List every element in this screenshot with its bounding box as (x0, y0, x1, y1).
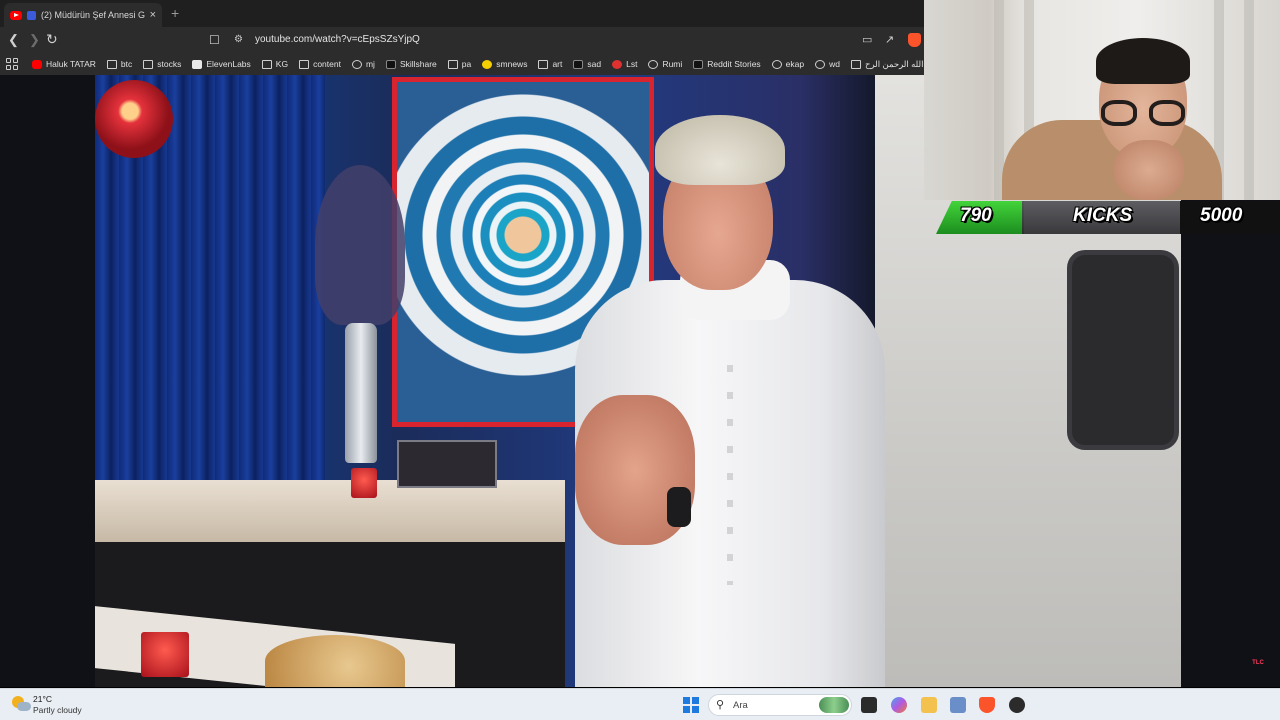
streamer-hand (1114, 140, 1184, 200)
brave-browser-icon[interactable] (979, 697, 995, 713)
bird-icon (771, 59, 782, 69)
bookmark-reddit-stories[interactable]: Reddit Stories (693, 59, 761, 69)
red-lamp (95, 80, 173, 158)
cast-icon[interactable]: ▭ (862, 32, 872, 48)
windows-taskbar: 21°C Partly cloudy ⚲ Ara (0, 688, 1280, 720)
taskbar-search[interactable]: ⚲ Ara (708, 694, 852, 716)
page-icon (850, 59, 861, 69)
new-tab-button[interactable]: + (171, 5, 179, 21)
screen: (2) Müdürün Şef Annesi Gord × + ❮ ❯ ↻ ☐ … (0, 0, 1280, 720)
apps-icon[interactable] (6, 58, 18, 70)
s-logo-icon (612, 59, 623, 69)
bookmark-wd[interactable]: wd (815, 59, 840, 69)
partly-cloudy-icon[interactable] (12, 696, 31, 712)
file-explorer-icon[interactable] (921, 697, 937, 713)
folder-icon (106, 59, 117, 69)
search-highlight-image (819, 697, 849, 713)
smiley-icon (482, 59, 493, 69)
marble-counter (95, 480, 565, 542)
bookmark-pa[interactable]: pa (447, 59, 471, 69)
obs-icon[interactable] (1009, 697, 1025, 713)
youtube-icon (32, 59, 42, 69)
brave-shield-icon[interactable] (908, 33, 921, 47)
bookmark-elevenlabs[interactable]: ElevenLabs (192, 59, 251, 69)
reload-icon[interactable]: ↻ (46, 31, 58, 47)
bookmark-arabic[interactable]: الله الرحمن الرح... (850, 59, 924, 70)
bookmark-skillshare[interactable]: Skillshare (385, 59, 437, 69)
tab-close-icon[interactable]: × (150, 9, 156, 21)
kitchen-door-window (1067, 250, 1179, 450)
site-settings-icon[interactable]: ⚙ (234, 34, 243, 45)
bookmark-smnews[interactable]: smnews (482, 59, 527, 69)
bookmark-ekap[interactable]: ekap (771, 59, 804, 69)
feather-icon (573, 59, 584, 69)
streamer-hair (1096, 38, 1190, 84)
folder-icon (261, 59, 272, 69)
folder-icon (538, 59, 549, 69)
food-plate (265, 635, 405, 687)
webcam-overlay (924, 0, 1280, 200)
navigation-bar: ❮ ❯ ↻ ☐ ⚙ youtube.com/watch?v=cEpsSZsYjp… (0, 27, 924, 53)
wristwatch (667, 487, 691, 527)
back-icon[interactable]: ❮ (8, 32, 19, 48)
snipping-tool-icon[interactable] (950, 697, 966, 713)
search-icon: ⚲ (716, 699, 725, 711)
kicks-current: 790 (960, 205, 992, 226)
bookmark-haluk-tatar[interactable]: Haluk TATAR (32, 59, 96, 69)
bookmark-mj[interactable]: mj (351, 59, 375, 69)
url-text: youtube.com/watch?v=cEpsSZsYjpQ (255, 34, 420, 45)
glass-vase (345, 323, 377, 463)
tab-audio-icon (27, 10, 36, 20)
elevenlabs-icon (192, 59, 203, 69)
folder-icon (299, 59, 310, 69)
search-placeholder: Ara (733, 700, 748, 711)
chef-hair (655, 115, 785, 185)
weather-temperature[interactable]: 21°C (33, 694, 52, 704)
red-candle (351, 468, 377, 498)
weather-condition[interactable]: Partly cloudy (33, 705, 82, 715)
folder-icon (447, 59, 458, 69)
red-candle-front (141, 632, 189, 677)
bookmark-sad[interactable]: sad (573, 59, 601, 69)
napkin-tray (397, 440, 497, 488)
youtube-icon (10, 10, 22, 20)
bookmarks-bar: Haluk TATAR btc stocks ElevenLabs KG con… (0, 53, 924, 75)
windows-start-icon[interactable] (683, 697, 699, 713)
bookmark-art[interactable]: art (538, 59, 562, 69)
globe-icon (815, 59, 826, 69)
bookmark-content[interactable]: content (299, 59, 341, 69)
address-bar[interactable]: ⚙ youtube.com/watch?v=cEpsSZsYjpQ (226, 30, 916, 50)
forward-icon[interactable]: ❯ (29, 32, 40, 48)
bookmark-lst[interactable]: Lst (612, 59, 637, 69)
github-icon (351, 59, 362, 69)
task-view-icon[interactable] (861, 697, 877, 713)
bookmark-rumi[interactable]: Rumi (648, 59, 682, 69)
globe-icon (648, 59, 659, 69)
bookmark-icon[interactable]: ☐ (209, 32, 220, 48)
kicks-goal: 5000 (1200, 205, 1243, 226)
skillshare-icon (385, 59, 396, 69)
tlc-logo: TLC (1252, 660, 1264, 666)
d-logo-icon (693, 59, 704, 69)
tab-title: (2) Müdürün Şef Annesi Gord (41, 10, 145, 20)
glasses-icon (1101, 100, 1187, 126)
share-icon[interactable]: ↗ (885, 32, 894, 48)
jacket-buttons (727, 345, 733, 585)
pampas-grass (315, 165, 405, 325)
bookmark-btc[interactable]: btc (106, 59, 132, 69)
kicks-label: KICKS (1073, 205, 1133, 226)
bookmark-stocks[interactable]: stocks (143, 59, 181, 69)
bookmark-kg[interactable]: KG (261, 59, 288, 69)
browser-tab[interactable]: (2) Müdürün Şef Annesi Gord × (4, 3, 162, 27)
kicks-goal-bar: 790 KICKS 5000 (936, 201, 1280, 235)
tab-strip: (2) Müdürün Şef Annesi Gord × + (0, 0, 924, 27)
copilot-icon[interactable] (891, 697, 907, 713)
window-blind (1244, 0, 1254, 200)
folder-icon (143, 59, 154, 69)
